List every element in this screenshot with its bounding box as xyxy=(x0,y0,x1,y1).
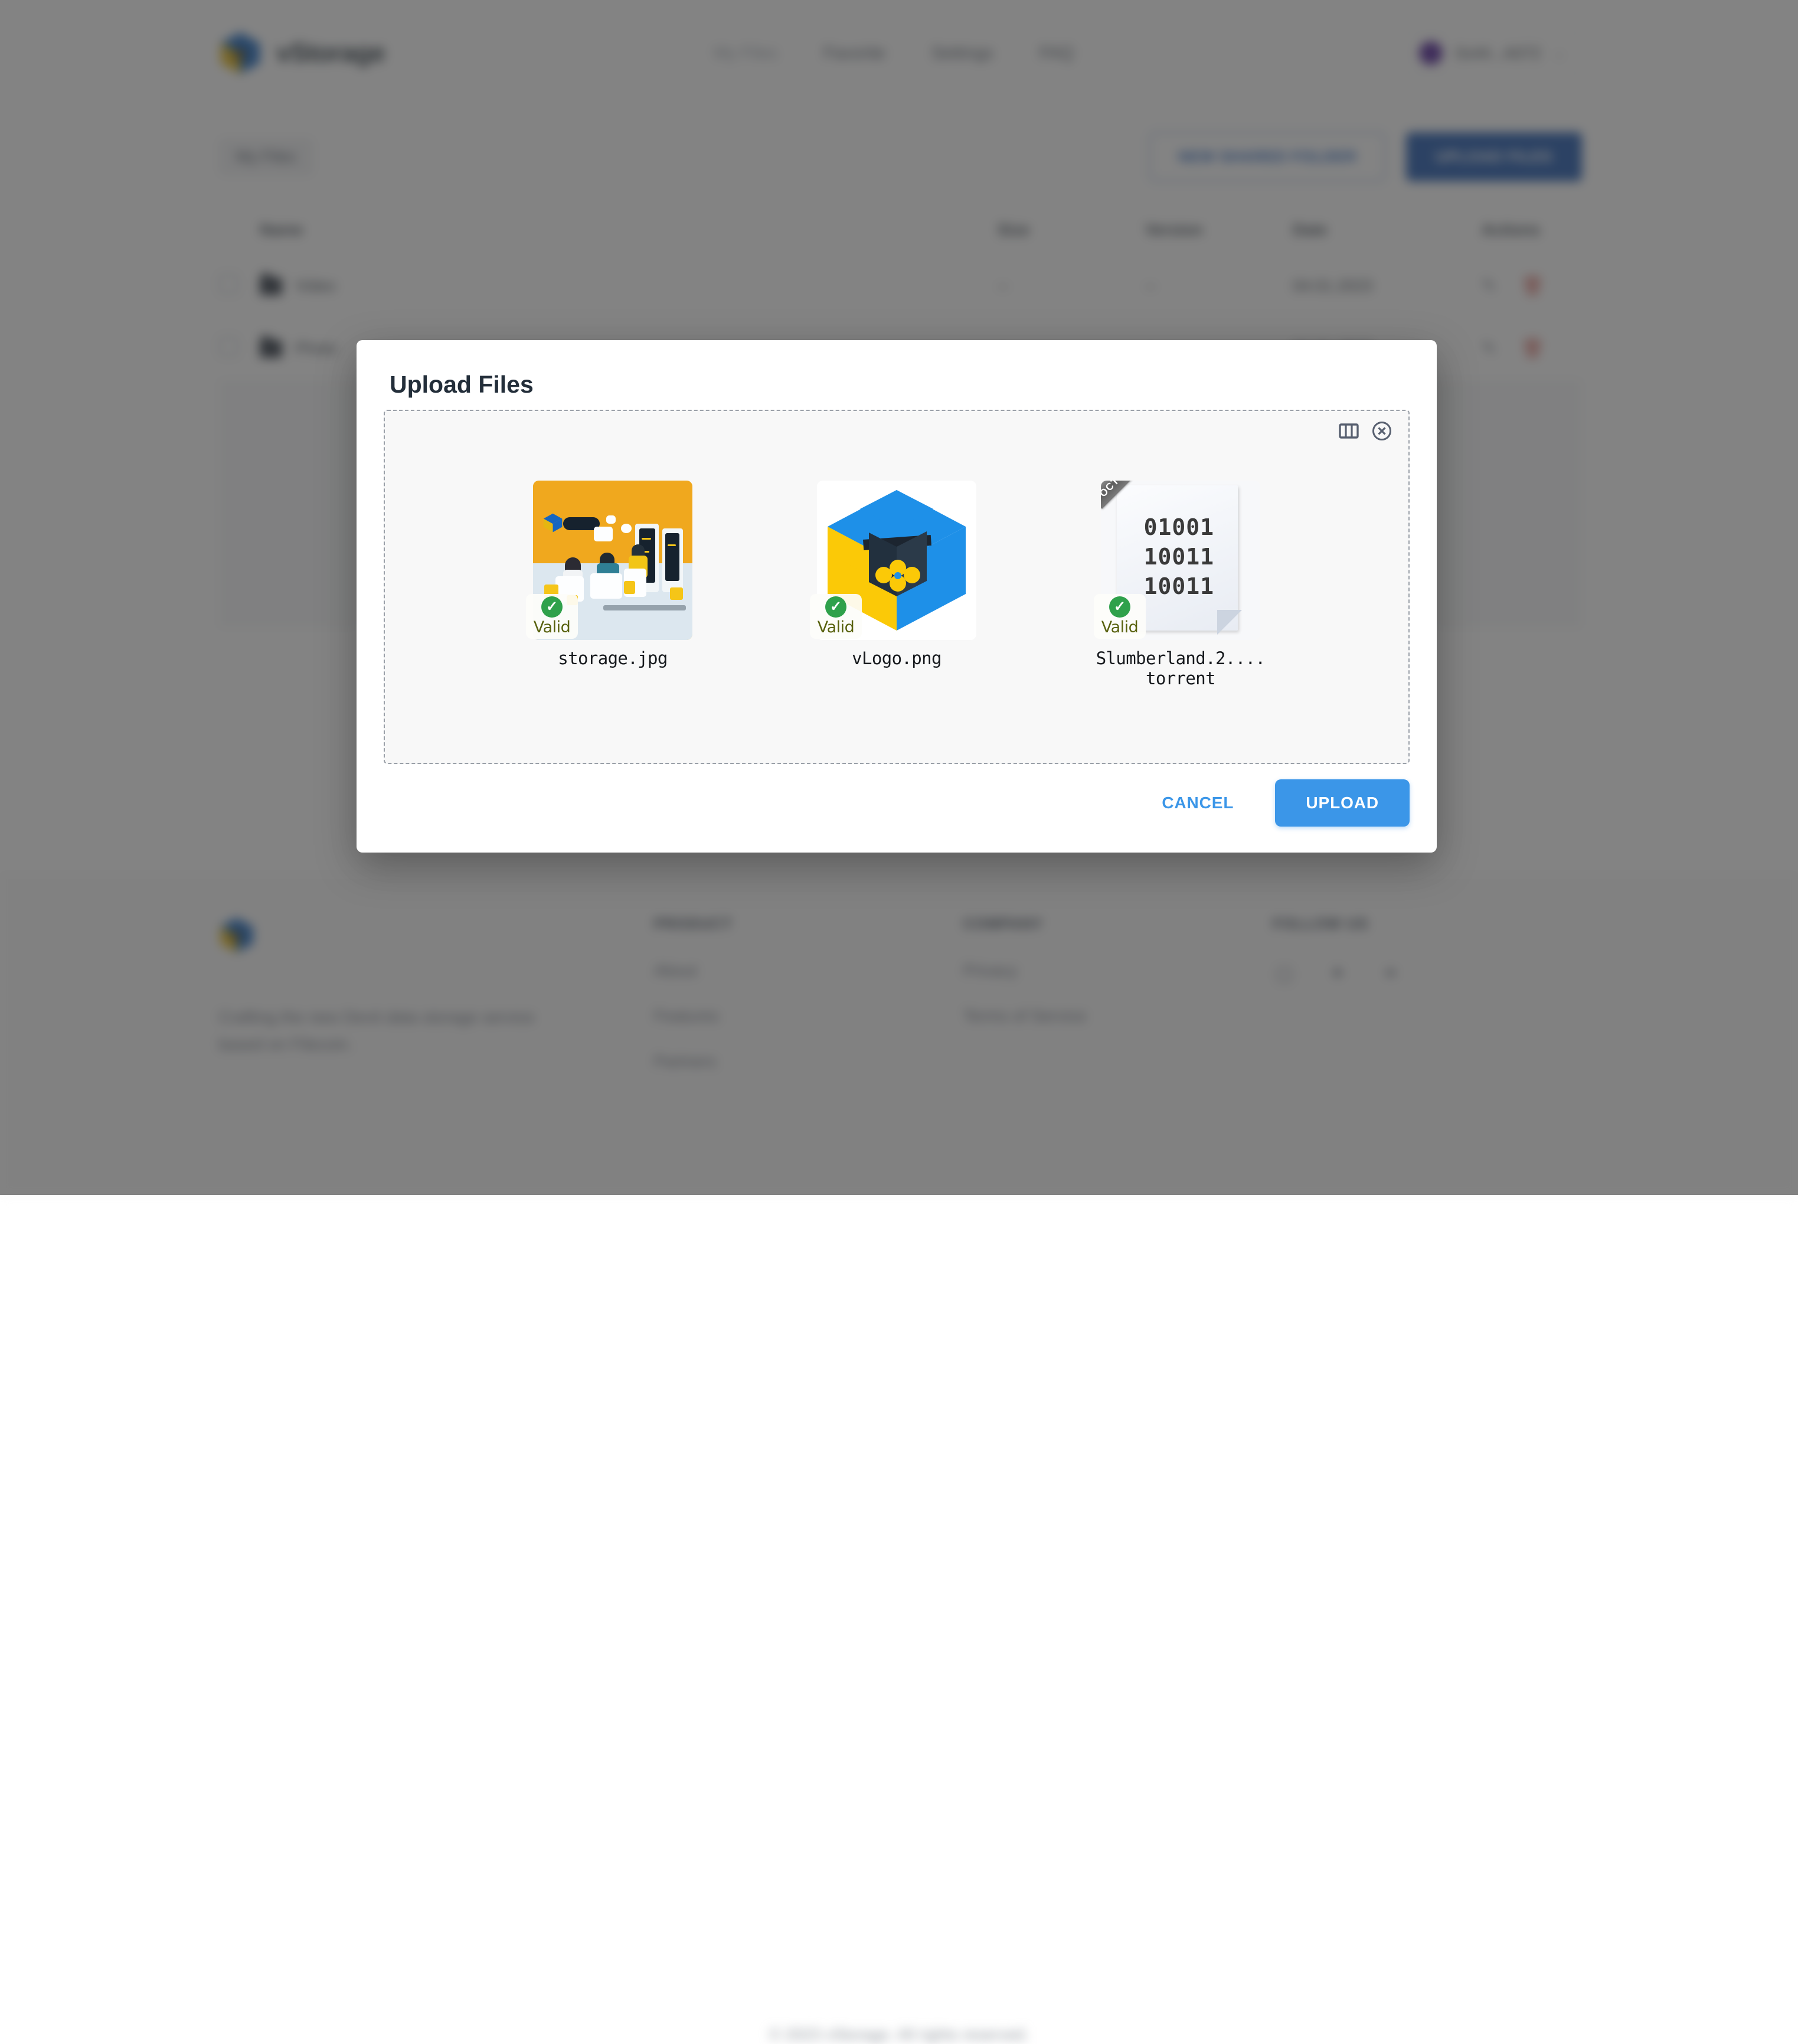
file-card[interactable]: 01001 10011 10011 OCTET-STREAM ✓ Valid S… xyxy=(1094,481,1266,688)
status-badge: ✓ Valid xyxy=(810,594,862,639)
file-name: vLogo.png xyxy=(852,648,942,668)
close-circle-icon[interactable] xyxy=(1372,421,1392,444)
check-circle-icon: ✓ xyxy=(1109,596,1130,618)
check-circle-icon: ✓ xyxy=(825,596,846,618)
status-badge-label: Valid xyxy=(533,618,571,636)
dialog-title: Upload Files xyxy=(390,371,534,398)
page-root: vStorage My Files Favorite Settings FAQ … xyxy=(0,0,1798,2043)
status-badge-label: Valid xyxy=(1101,618,1139,636)
file-dropzone[interactable]: ✓ Valid storage.jpg ✓ Valid vLogo.png 01… xyxy=(384,410,1410,764)
check-circle-icon: ✓ xyxy=(541,596,563,618)
status-badge: ✓ Valid xyxy=(1094,594,1146,639)
status-badge-label: Valid xyxy=(817,618,855,636)
columns-view-icon[interactable] xyxy=(1339,422,1359,443)
upload-files-dialog: Upload Files ✓ Valid storage.jpg ✓ Valid… xyxy=(357,340,1437,853)
uploaded-files-grid: ✓ Valid storage.jpg ✓ Valid vLogo.png 01… xyxy=(385,481,1408,688)
upload-button[interactable]: UPLOAD xyxy=(1275,779,1410,827)
file-card[interactable]: ✓ Valid storage.jpg xyxy=(526,481,692,688)
copyright: © 2023 vStorage. All rights reserved. xyxy=(769,2026,1029,2043)
binary-line: 01001 xyxy=(1143,514,1214,540)
cancel-button[interactable]: CANCEL xyxy=(1145,782,1250,824)
file-name: storage.jpg xyxy=(558,648,668,668)
dialog-actions: CANCEL UPLOAD xyxy=(1145,779,1410,827)
binary-line: 10011 xyxy=(1143,544,1214,570)
file-card[interactable]: ✓ Valid vLogo.png xyxy=(810,481,976,688)
status-badge: ✓ Valid xyxy=(526,594,578,639)
file-name: Slumberland.2....torrent xyxy=(1096,648,1266,689)
